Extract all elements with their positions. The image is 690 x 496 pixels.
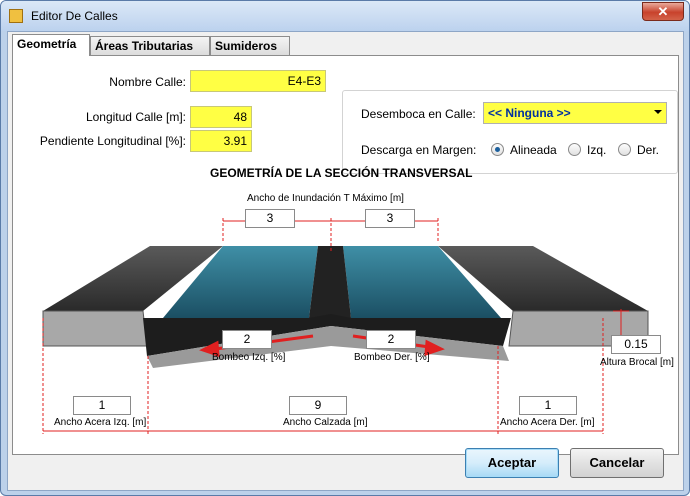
acera-izq-input[interactable]: 1 xyxy=(73,396,131,415)
acera-der-input[interactable]: 1 xyxy=(519,396,577,415)
client-area: Geometría Áreas Tributarias Sumideros No… xyxy=(7,31,684,491)
acera-izq-label: Ancho Acera Izq. [m] xyxy=(54,417,147,428)
app-icon xyxy=(9,9,23,23)
tab-areas-tributarias[interactable]: Áreas Tributarias xyxy=(90,36,210,55)
altura-brocal-input[interactable]: 0.15 xyxy=(611,335,661,354)
bombeo-der-input[interactable]: 2 xyxy=(366,330,416,349)
geometria-page: Nombre Calle: E4-E3 Longitud Calle [m]: … xyxy=(12,55,679,455)
calzada-input[interactable]: 9 xyxy=(289,396,347,415)
editor-window: Editor De Calles ✕ Geometría Áreas Tribu… xyxy=(0,0,690,496)
left-sidewalk-face xyxy=(42,310,148,347)
window-title: Editor De Calles xyxy=(31,9,118,23)
bombeo-izq-input[interactable]: 2 xyxy=(222,330,272,349)
title-bar[interactable]: Editor De Calles ✕ xyxy=(1,1,689,31)
tab-sumideros[interactable]: Sumideros xyxy=(210,36,290,55)
calzada-label: Ancho Calzada [m] xyxy=(283,417,368,428)
bombeo-der-label: Bombeo Der. [%] xyxy=(354,352,430,363)
ancho-inundacion-label: Ancho de Inundación T Máximo [m] xyxy=(247,193,404,204)
altura-brocal-label: Altura Brocal [m] xyxy=(600,357,674,368)
section-title: GEOMETRÍA DE LA SECCIÓN TRANSVERSAL xyxy=(210,166,473,180)
t-izq-input[interactable]: 3 xyxy=(245,209,295,228)
acera-der-label: Ancho Acera Der. [m] xyxy=(500,417,595,428)
accept-button[interactable]: Aceptar xyxy=(465,448,559,478)
close-button[interactable]: ✕ xyxy=(642,2,684,21)
tab-geometria[interactable]: Geometría xyxy=(12,34,90,56)
t-der-input[interactable]: 3 xyxy=(365,209,415,228)
bombeo-izq-label: Bombeo Izq. [%] xyxy=(212,352,286,363)
cancel-button[interactable]: Cancelar xyxy=(570,448,664,478)
